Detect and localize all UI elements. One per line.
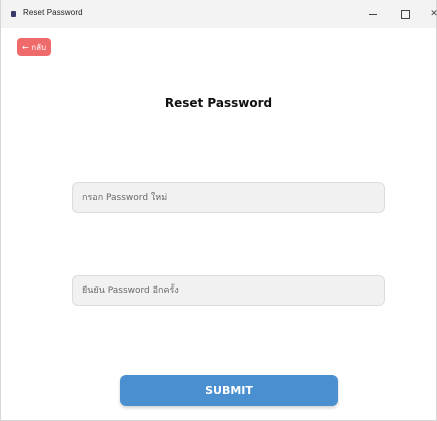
page-title: Reset Password	[164, 96, 273, 110]
confirm-password-input[interactable]	[72, 275, 385, 306]
submit-button[interactable]: SUBMIT	[120, 375, 338, 406]
app-icon	[11, 11, 16, 17]
title-bar: Reset Password	[1, 0, 436, 28]
window-title: Reset Password	[23, 8, 83, 17]
app-window: Reset Password ← กลับ Reset Password SUB…	[0, 0, 437, 421]
maximize-icon[interactable]	[396, 7, 414, 21]
close-icon[interactable]	[425, 7, 437, 21]
back-button[interactable]: ← กลับ	[17, 38, 52, 56]
new-password-input[interactable]	[72, 182, 385, 213]
minimize-icon[interactable]	[364, 7, 382, 21]
